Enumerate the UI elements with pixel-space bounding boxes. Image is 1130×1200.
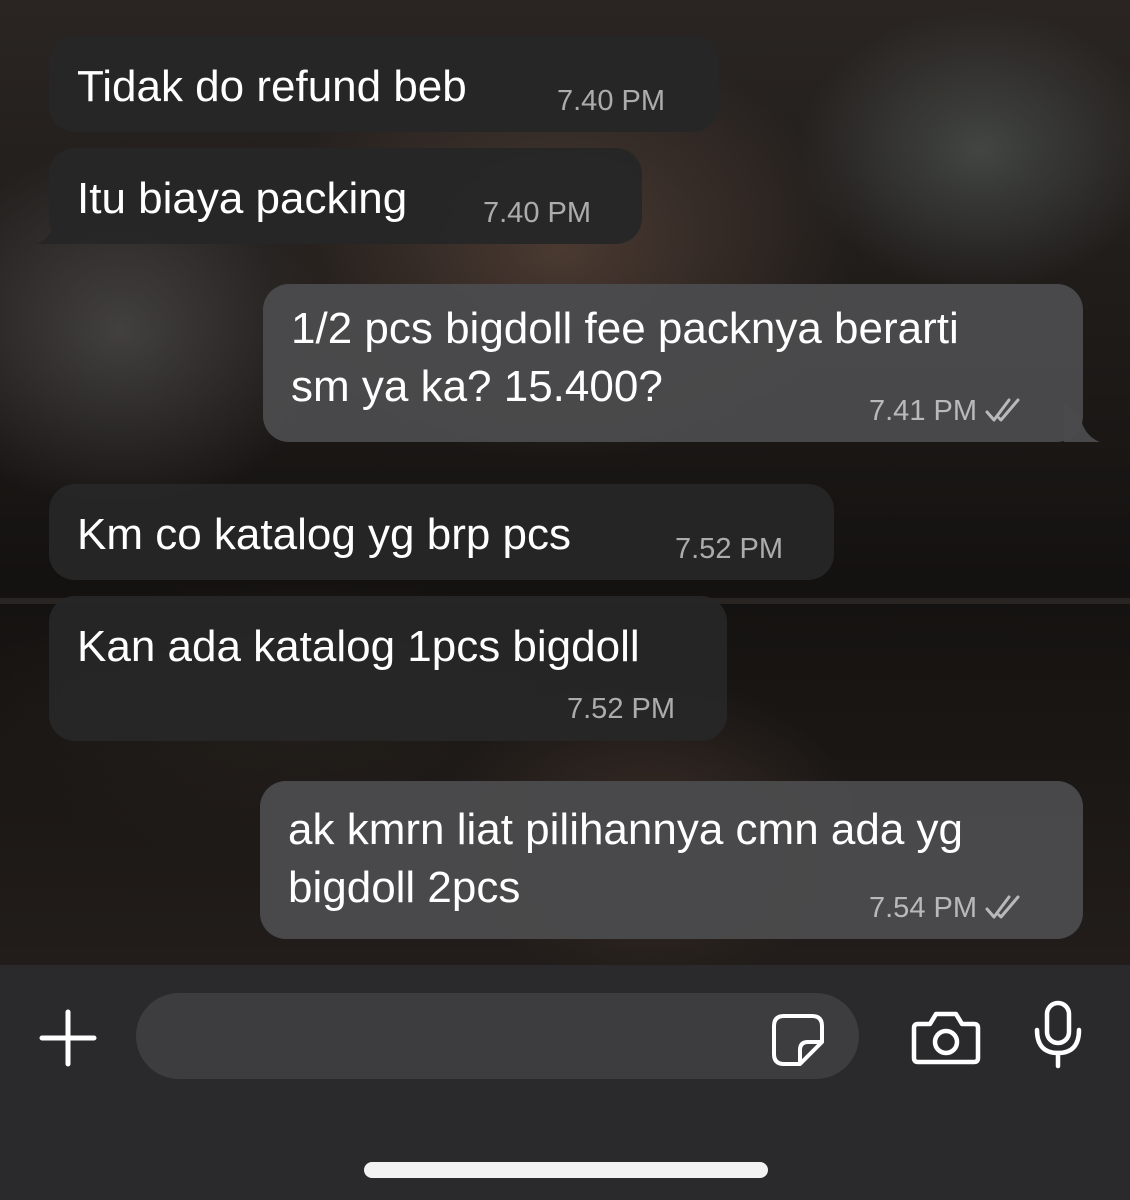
message-line: 1/2 pcs bigdoll fee packnya berarti	[291, 304, 959, 353]
message-bubble-incoming[interactable]: Km co katalog yg brp pcs 7.52 PM	[49, 484, 834, 580]
message-bubble-outgoing[interactable]: 1/2 pcs bigdoll fee packnya berarti sm y…	[263, 284, 1083, 442]
message-text: ak kmrn liat pilihannya cmn ada yg bigdo…	[288, 801, 963, 917]
home-indicator[interactable]	[364, 1162, 768, 1178]
message-bubble-incoming[interactable]: Kan ada katalog 1pcs bigdoll 7.52 PM	[49, 596, 727, 741]
chat-screen: Tidak do refund beb 7.40 PM Itu biaya pa…	[0, 0, 1130, 1200]
message-time-text: 7.54 PM	[869, 892, 977, 924]
message-text: Itu biaya packing	[77, 174, 408, 223]
microphone-icon[interactable]	[1032, 1000, 1084, 1070]
message-text: 1/2 pcs bigdoll fee packnya berarti sm y…	[291, 300, 959, 416]
bubble-tail-icon	[1064, 402, 1100, 442]
message-time: 7.52 PM	[675, 533, 783, 565]
double-check-icon	[985, 895, 1020, 919]
message-time: 7.41 PM	[869, 394, 1025, 428]
message-time: 7.52 PM	[567, 693, 675, 725]
message-input[interactable]	[136, 993, 859, 1079]
message-time-text: 7.41 PM	[869, 395, 977, 427]
message-time: 7.40 PM	[483, 197, 591, 229]
camera-icon[interactable]	[910, 1008, 982, 1068]
message-line: ak kmrn liat pilihannya cmn ada yg	[288, 805, 963, 854]
sticker-icon[interactable]	[770, 1012, 826, 1068]
message-text: Kan ada katalog 1pcs bigdoll	[77, 622, 640, 671]
bubble-tail-icon	[36, 204, 72, 244]
message-text: Km co katalog yg brp pcs	[77, 510, 572, 559]
double-check-icon	[985, 398, 1020, 422]
message-line: sm ya ka? 15.400?	[291, 362, 663, 411]
message-line: bigdoll 2pcs	[288, 863, 521, 912]
message-bubble-outgoing[interactable]: ak kmrn liat pilihannya cmn ada yg bigdo…	[260, 781, 1083, 939]
message-time: 7.40 PM	[557, 85, 665, 117]
message-text: Tidak do refund beb	[77, 62, 467, 111]
message-bubble-incoming[interactable]: Tidak do refund beb 7.40 PM	[49, 36, 719, 132]
message-time: 7.54 PM	[869, 891, 1025, 925]
plus-icon[interactable]	[38, 1008, 98, 1068]
message-bubble-incoming[interactable]: Itu biaya packing 7.40 PM	[49, 148, 642, 244]
